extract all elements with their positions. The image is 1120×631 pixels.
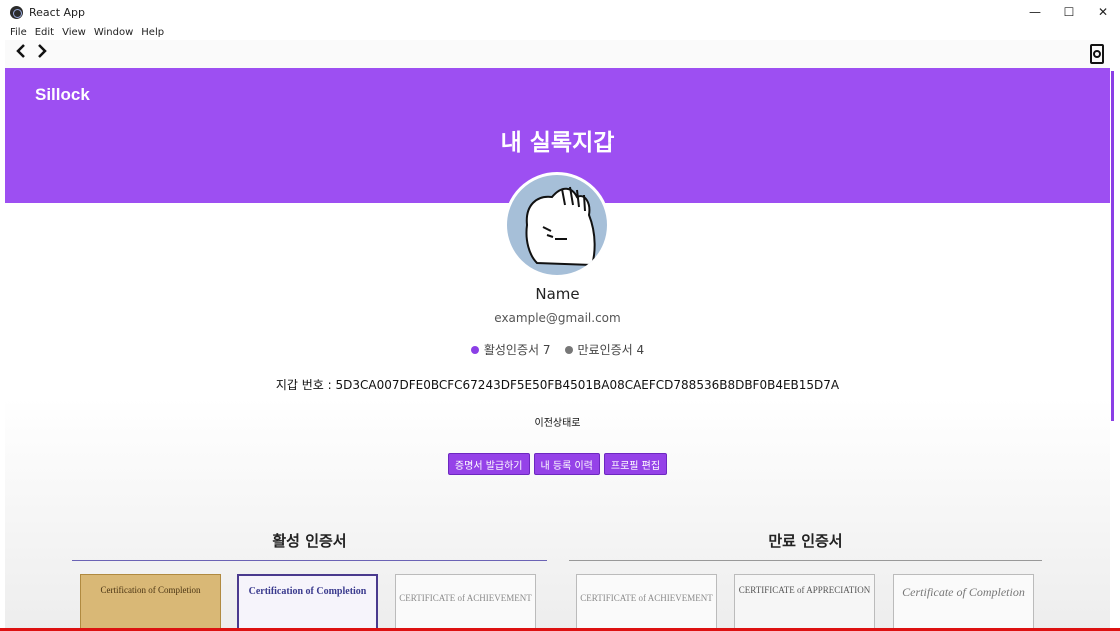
menu-window[interactable]: Window — [94, 27, 133, 38]
close-button[interactable]: ✕ — [1086, 0, 1120, 24]
menu-edit[interactable]: Edit — [35, 27, 54, 38]
avatar — [504, 172, 610, 278]
active-certificate-card[interactable]: Certification of Completion — [80, 574, 221, 631]
expired-certificate-card[interactable]: Certificate of Completion — [893, 574, 1034, 631]
certificate-title: CERTIFICATE of ACHIEVEMENT — [399, 593, 532, 603]
user-circle-icon[interactable] — [1090, 44, 1104, 64]
menu-view[interactable]: View — [62, 27, 86, 38]
certificate-counts: 활성인증서 7 만료인증서 4 — [5, 341, 1110, 358]
scrollbar[interactable] — [1110, 40, 1120, 631]
expired-certificate-card[interactable]: CERTIFICATE of APPRECIATION — [734, 574, 875, 631]
chevron-right-icon[interactable] — [36, 43, 48, 64]
certificate-title: Certificate of Completion — [902, 585, 1025, 599]
profile-name: Name — [535, 285, 580, 303]
active-count-label: 활성인증서 7 — [483, 343, 551, 357]
expired-section-title: 만료 인증서 — [768, 532, 843, 550]
window-title: React App — [29, 5, 86, 19]
menu-file[interactable]: File — [10, 27, 27, 38]
wallet-number: 지갑 번호 : 5D3CA007DFE0BCFC67243DF5E50FB450… — [275, 378, 840, 392]
active-dot-icon — [470, 345, 479, 354]
expired-dot-icon — [564, 345, 573, 354]
active-section-title: 활성 인증서 — [272, 532, 347, 550]
window-controls: — ☐ ✕ — [1018, 0, 1120, 24]
profile-email: example@gmail.com — [494, 311, 621, 325]
maximize-button[interactable]: ☐ — [1052, 0, 1086, 24]
minimize-button[interactable]: — — [1018, 0, 1052, 24]
active-certificate-card[interactable]: Certification of Completion — [237, 574, 378, 631]
action-buttons: 증명서 발급하기 내 등록 이력 프로필 편집 — [5, 453, 1110, 475]
menu-help[interactable]: Help — [141, 27, 164, 38]
certificate-title: Certification of Completion — [248, 586, 367, 597]
title-bar: React App — ☐ ✕ — [0, 0, 1120, 24]
nav-toolbar — [5, 40, 1110, 68]
brand-logo[interactable]: Sillock — [35, 85, 90, 105]
active-certificate-card[interactable]: CERTIFICATE of ACHIEVEMENT — [395, 574, 536, 631]
page-title: 내 실록지갑 — [500, 130, 615, 156]
issue-certificate-button[interactable]: 증명서 발급하기 — [447, 453, 530, 475]
expired-count: 만료인증서 4 — [564, 341, 645, 358]
expired-count-label: 만료인증서 4 — [577, 343, 645, 357]
scroll-thumb[interactable] — [1111, 71, 1114, 421]
expired-certificate-card[interactable]: CERTIFICATE of ACHIEVEMENT — [576, 574, 717, 631]
avatar-illustration — [525, 186, 596, 267]
certificate-title: CERTIFICATE of APPRECIATION — [738, 585, 871, 595]
certificate-title: Certification of Completion — [100, 585, 201, 595]
prev-state-link[interactable]: 이전상태로 — [5, 414, 1110, 429]
active-count: 활성인증서 7 — [470, 341, 551, 358]
expired-section-divider — [569, 560, 1042, 561]
menu-bar: File Edit View Window Help — [0, 24, 1120, 40]
edit-profile-button[interactable]: 프로필 편집 — [603, 453, 668, 475]
chevron-left-icon[interactable] — [15, 43, 27, 64]
certificate-title: CERTIFICATE of ACHIEVEMENT — [580, 593, 713, 603]
my-history-button[interactable]: 내 등록 이력 — [533, 453, 600, 475]
page-content: Sillock 내 실록지갑 Name example@gmail.com 활성… — [5, 68, 1110, 631]
electron-app-icon — [10, 5, 23, 19]
active-section-divider — [72, 560, 547, 561]
